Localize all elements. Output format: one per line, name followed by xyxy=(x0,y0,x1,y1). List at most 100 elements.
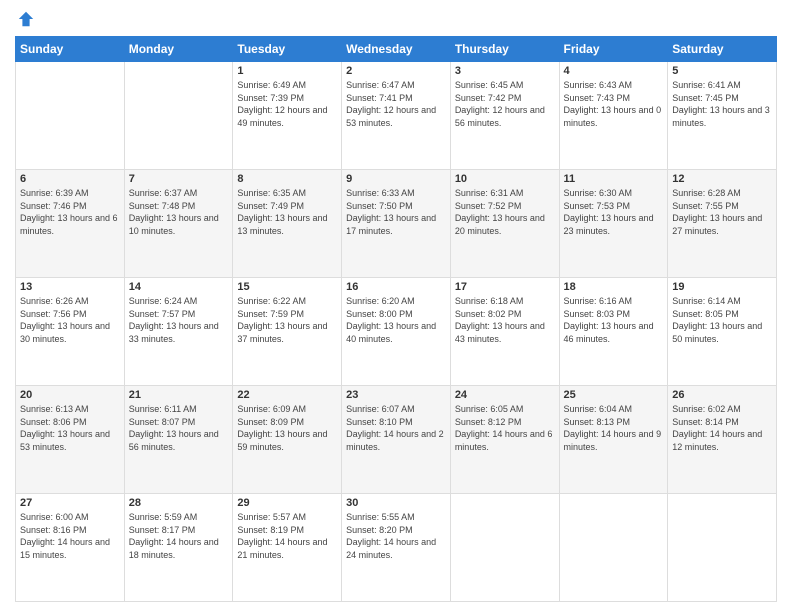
day-info: Sunrise: 6:11 AMSunset: 8:07 PMDaylight:… xyxy=(129,403,229,453)
day-info: Sunrise: 6:00 AMSunset: 8:16 PMDaylight:… xyxy=(20,511,120,561)
day-number: 22 xyxy=(237,389,337,401)
day-number: 9 xyxy=(346,173,446,185)
calendar-cell: 2 Sunrise: 6:47 AMSunset: 7:41 PMDaylight… xyxy=(342,62,451,170)
day-info: Sunrise: 6:39 AMSunset: 7:46 PMDaylight:… xyxy=(20,187,120,237)
logo xyxy=(15,10,35,28)
day-number: 26 xyxy=(672,389,772,401)
day-info: Sunrise: 6:02 AMSunset: 8:14 PMDaylight:… xyxy=(672,403,772,453)
day-number: 5 xyxy=(672,65,772,77)
day-info: Sunrise: 6:41 AMSunset: 7:45 PMDaylight:… xyxy=(672,79,772,129)
calendar-cell xyxy=(16,62,125,170)
calendar-cell: 24Sunrise: 6:05 AMSunset: 8:12 PMDayligh… xyxy=(450,386,559,494)
day-number: 20 xyxy=(20,389,120,401)
day-number: 8 xyxy=(237,173,337,185)
day-number: 7 xyxy=(129,173,229,185)
day-number: 24 xyxy=(455,389,555,401)
day-info: Sunrise: 5:59 AMSunset: 8:17 PMDaylight:… xyxy=(129,511,229,561)
calendar-cell: 5 Sunrise: 6:41 AMSunset: 7:45 PMDaylight… xyxy=(668,62,777,170)
day-number: 3 xyxy=(455,65,555,77)
calendar-cell: 28 Sunrise: 5:59 AMSunset: 8:17 PMDayligh… xyxy=(124,494,233,602)
calendar-cell xyxy=(559,494,668,602)
day-number: 19 xyxy=(672,281,772,293)
day-number: 2 xyxy=(346,65,446,77)
day-info: Sunrise: 6:28 AMSunset: 7:55 PMDaylight:… xyxy=(672,187,772,237)
day-number: 14 xyxy=(129,281,229,293)
day-info: Sunrise: 6:20 AMSunset: 8:00 PMDaylight:… xyxy=(346,295,446,345)
day-info: Sunrise: 6:49 AMSunset: 7:39 PMDaylight:… xyxy=(237,79,337,129)
day-info: Sunrise: 6:18 AMSunset: 8:02 PMDaylight:… xyxy=(455,295,555,345)
calendar-cell: 11Sunrise: 6:30 AMSunset: 7:53 PMDayligh… xyxy=(559,170,668,278)
calendar-cell xyxy=(668,494,777,602)
day-number: 17 xyxy=(455,281,555,293)
day-info: Sunrise: 6:04 AMSunset: 8:13 PMDaylight:… xyxy=(564,403,664,453)
weekday-header-thursday: Thursday xyxy=(450,37,559,62)
logo-icon xyxy=(17,10,35,28)
calendar-cell xyxy=(124,62,233,170)
day-info: Sunrise: 6:33 AMSunset: 7:50 PMDaylight:… xyxy=(346,187,446,237)
day-info: Sunrise: 6:07 AMSunset: 8:10 PMDaylight:… xyxy=(346,403,446,453)
day-number: 13 xyxy=(20,281,120,293)
calendar-cell xyxy=(450,494,559,602)
calendar-cell: 1 Sunrise: 6:49 AMSunset: 7:39 PMDaylight… xyxy=(233,62,342,170)
calendar-cell: 3 Sunrise: 6:45 AMSunset: 7:42 PMDaylight… xyxy=(450,62,559,170)
calendar-cell: 7 Sunrise: 6:37 AMSunset: 7:48 PMDaylight… xyxy=(124,170,233,278)
calendar-table: SundayMondayTuesdayWednesdayThursdayFrid… xyxy=(15,36,777,602)
day-info: Sunrise: 6:37 AMSunset: 7:48 PMDaylight:… xyxy=(129,187,229,237)
calendar-cell: 12 Sunrise: 6:28 AMSunset: 7:55 PMDayligh… xyxy=(668,170,777,278)
calendar-cell: 10 Sunrise: 6:31 AMSunset: 7:52 PMDayligh… xyxy=(450,170,559,278)
weekday-header-wednesday: Wednesday xyxy=(342,37,451,62)
calendar-cell: 4 Sunrise: 6:43 AMSunset: 7:43 PMDaylight… xyxy=(559,62,668,170)
calendar-cell: 8 Sunrise: 6:35 AMSunset: 7:49 PMDaylight… xyxy=(233,170,342,278)
page: SundayMondayTuesdayWednesdayThursdayFrid… xyxy=(0,0,792,612)
calendar-cell: 22 Sunrise: 6:09 AMSunset: 8:09 PMDayligh… xyxy=(233,386,342,494)
calendar-cell: 19 Sunrise: 6:14 AMSunset: 8:05 PMDayligh… xyxy=(668,278,777,386)
day-number: 27 xyxy=(20,497,120,509)
day-number: 12 xyxy=(672,173,772,185)
weekday-header-monday: Monday xyxy=(124,37,233,62)
day-number: 4 xyxy=(564,65,664,77)
week-row-5: 27 Sunrise: 6:00 AMSunset: 8:16 PMDayligh… xyxy=(16,494,777,602)
day-number: 15 xyxy=(237,281,337,293)
day-number: 23 xyxy=(346,389,446,401)
weekday-header-friday: Friday xyxy=(559,37,668,62)
calendar-cell: 15Sunrise: 6:22 AMSunset: 7:59 PMDayligh… xyxy=(233,278,342,386)
calendar-cell: 30 Sunrise: 5:55 AMSunset: 8:20 PMDayligh… xyxy=(342,494,451,602)
day-number: 6 xyxy=(20,173,120,185)
header xyxy=(15,10,777,28)
day-info: Sunrise: 6:43 AMSunset: 7:43 PMDaylight:… xyxy=(564,79,664,129)
day-number: 30 xyxy=(346,497,446,509)
day-info: Sunrise: 5:55 AMSunset: 8:20 PMDaylight:… xyxy=(346,511,446,561)
day-info: Sunrise: 6:14 AMSunset: 8:05 PMDaylight:… xyxy=(672,295,772,345)
weekday-header-tuesday: Tuesday xyxy=(233,37,342,62)
calendar-cell: 14 Sunrise: 6:24 AMSunset: 7:57 PMDayligh… xyxy=(124,278,233,386)
day-number: 28 xyxy=(129,497,229,509)
day-info: Sunrise: 6:16 AMSunset: 8:03 PMDaylight:… xyxy=(564,295,664,345)
day-number: 10 xyxy=(455,173,555,185)
week-row-1: 1 Sunrise: 6:49 AMSunset: 7:39 PMDaylight… xyxy=(16,62,777,170)
day-info: Sunrise: 6:47 AMSunset: 7:41 PMDaylight:… xyxy=(346,79,446,129)
day-info: Sunrise: 6:45 AMSunset: 7:42 PMDaylight:… xyxy=(455,79,555,129)
day-number: 1 xyxy=(237,65,337,77)
calendar-cell: 29Sunrise: 5:57 AMSunset: 8:19 PMDayligh… xyxy=(233,494,342,602)
calendar-cell: 9 Sunrise: 6:33 AMSunset: 7:50 PMDaylight… xyxy=(342,170,451,278)
day-info: Sunrise: 6:30 AMSunset: 7:53 PMDaylight:… xyxy=(564,187,664,237)
day-info: Sunrise: 6:26 AMSunset: 7:56 PMDaylight:… xyxy=(20,295,120,345)
calendar-cell: 27 Sunrise: 6:00 AMSunset: 8:16 PMDayligh… xyxy=(16,494,125,602)
day-info: Sunrise: 6:35 AMSunset: 7:49 PMDaylight:… xyxy=(237,187,337,237)
weekday-header-saturday: Saturday xyxy=(668,37,777,62)
day-number: 29 xyxy=(237,497,337,509)
day-info: Sunrise: 6:09 AMSunset: 8:09 PMDaylight:… xyxy=(237,403,337,453)
week-row-4: 20Sunrise: 6:13 AMSunset: 8:06 PMDayligh… xyxy=(16,386,777,494)
day-info: Sunrise: 6:31 AMSunset: 7:52 PMDaylight:… xyxy=(455,187,555,237)
day-number: 16 xyxy=(346,281,446,293)
calendar-cell: 20Sunrise: 6:13 AMSunset: 8:06 PMDayligh… xyxy=(16,386,125,494)
calendar-cell: 26 Sunrise: 6:02 AMSunset: 8:14 PMDayligh… xyxy=(668,386,777,494)
calendar-cell: 25 Sunrise: 6:04 AMSunset: 8:13 PMDayligh… xyxy=(559,386,668,494)
calendar-cell: 23 Sunrise: 6:07 AMSunset: 8:10 PMDayligh… xyxy=(342,386,451,494)
calendar-cell: 6 Sunrise: 6:39 AMSunset: 7:46 PMDaylight… xyxy=(16,170,125,278)
calendar-cell: 16 Sunrise: 6:20 AMSunset: 8:00 PMDayligh… xyxy=(342,278,451,386)
day-number: 25 xyxy=(564,389,664,401)
day-info: Sunrise: 6:24 AMSunset: 7:57 PMDaylight:… xyxy=(129,295,229,345)
calendar-cell: 18Sunrise: 6:16 AMSunset: 8:03 PMDayligh… xyxy=(559,278,668,386)
weekday-header-row: SundayMondayTuesdayWednesdayThursdayFrid… xyxy=(16,37,777,62)
